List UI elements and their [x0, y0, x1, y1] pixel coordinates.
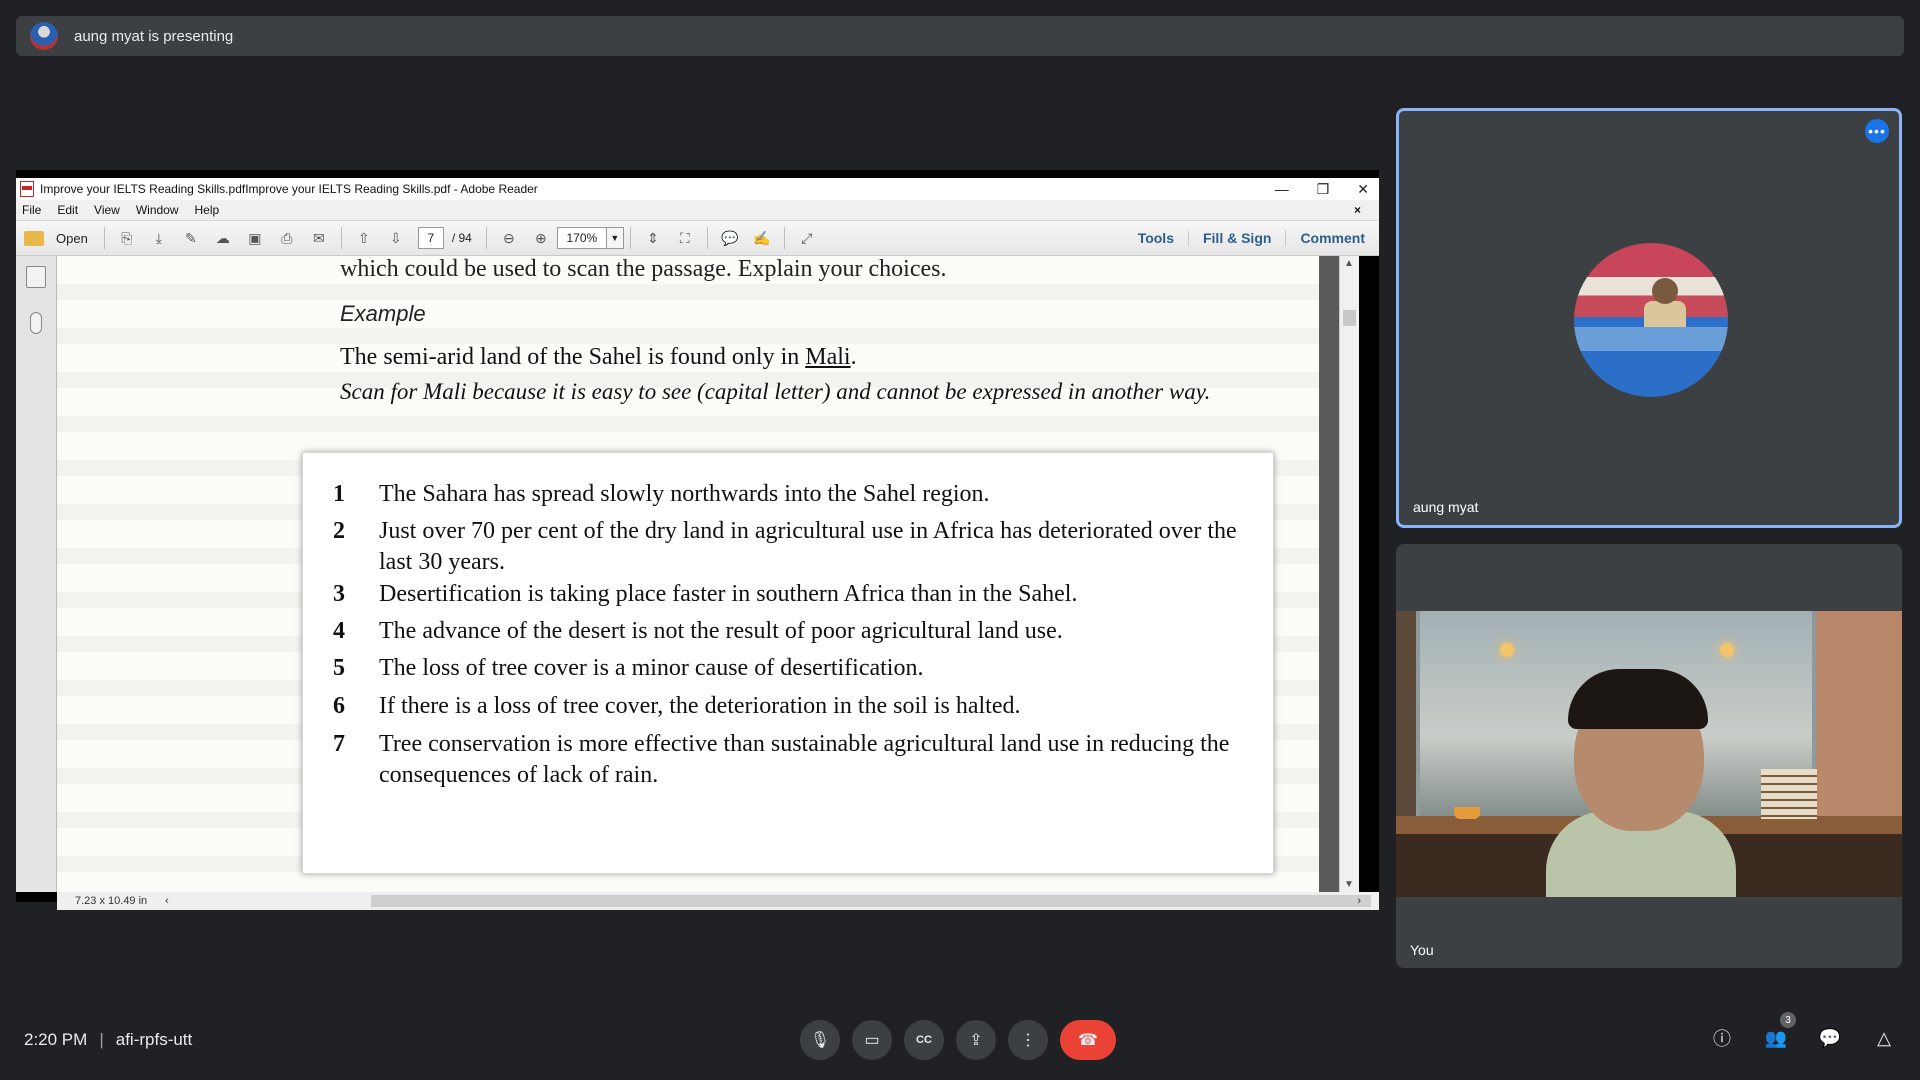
- chat-icon[interactable]: 💬: [1818, 1026, 1842, 1050]
- page-total: / 94: [451, 231, 472, 245]
- vertical-scroll-thumb[interactable]: [1343, 310, 1356, 326]
- meeting-details-icon[interactable]: ⓘ: [1710, 1026, 1734, 1050]
- more-options-icon[interactable]: •••: [1865, 119, 1889, 143]
- presenter-avatar: [30, 22, 58, 50]
- meeting-control-bar: 2:20 PM | afi-rpfs-utt 🎙 ▭ CC ⇪ ⋮ ☎ ⓘ 👥 …: [0, 1000, 1920, 1080]
- folder-icon: [24, 230, 44, 246]
- comment-icon[interactable]: 💬: [718, 226, 742, 250]
- full-screen-icon[interactable]: ⤢: [795, 226, 819, 250]
- page-number-input[interactable]: 7: [417, 227, 444, 249]
- self-name: You: [1410, 942, 1434, 958]
- highlight-icon[interactable]: ✍: [750, 226, 774, 250]
- horizontal-scrollbar[interactable]: [177, 895, 1371, 907]
- microphone-icon[interactable]: 🎙: [800, 1020, 840, 1060]
- comment-button[interactable]: Comment: [1285, 230, 1379, 246]
- meeting-code: afi-rpfs-utt: [115, 1030, 193, 1049]
- side-panel-controls: ⓘ 👥 3 💬 △: [1710, 1012, 1896, 1050]
- fit-page-icon[interactable]: ⇕: [641, 226, 665, 250]
- activities-icon[interactable]: △: [1872, 1026, 1896, 1050]
- pdf-icon: [20, 181, 34, 197]
- reader-menubar: File Edit View Window Help ×: [16, 200, 1379, 221]
- camera-icon[interactable]: ▭: [852, 1020, 892, 1060]
- people-icon[interactable]: 👥 3: [1764, 1012, 1796, 1050]
- edit-pdf-icon[interactable]: ✎: [179, 226, 203, 250]
- menu-help[interactable]: Help: [195, 203, 220, 217]
- previous-page-icon[interactable]: ⇧: [352, 226, 376, 250]
- menu-file[interactable]: File: [22, 203, 41, 217]
- presenting-banner: aung myat is presenting: [16, 16, 1904, 56]
- page-thumbnails-icon[interactable]: [26, 266, 46, 288]
- scroll-right-icon[interactable]: ›: [1357, 895, 1361, 907]
- instruction-line: which could be used to scan the passage.…: [340, 256, 947, 282]
- presenting-text: aung myat is presenting: [74, 27, 234, 45]
- people-count-badge: 3: [1780, 1012, 1796, 1028]
- zoom-input[interactable]: 170%: [556, 227, 607, 249]
- window-title: Improve your IELTS Reading Skills.pdfImp…: [40, 182, 538, 196]
- horizontal-scroll-thumb[interactable]: [371, 895, 1371, 907]
- scan-note: Scan for Mali because it is easy to see …: [340, 379, 1211, 404]
- restore-icon[interactable]: ❐: [1317, 181, 1330, 198]
- attachments-icon[interactable]: [30, 312, 42, 334]
- create-pdf-icon[interactable]: ⎘: [115, 226, 139, 250]
- cloud-upload-icon[interactable]: ☁: [211, 226, 235, 250]
- example-statement: The semi-arid land of the Sahel is found…: [340, 344, 857, 370]
- reader-statusbar: 7.23 x 10.49 in ‹ ›: [57, 892, 1379, 910]
- fill-sign-button[interactable]: Fill & Sign: [1187, 230, 1285, 246]
- participant-tile-presenter[interactable]: ••• aung myat: [1396, 108, 1902, 528]
- navigation-panel: [16, 256, 57, 892]
- export-pdf-icon[interactable]: ⤓: [147, 226, 171, 250]
- menu-edit[interactable]: Edit: [57, 203, 78, 217]
- email-icon[interactable]: ✉: [307, 226, 331, 250]
- fit-width-icon[interactable]: ⛶: [673, 226, 697, 250]
- zoom-dropdown-icon[interactable]: ▼: [606, 227, 624, 249]
- scroll-left-icon[interactable]: ‹: [165, 895, 169, 907]
- meeting-info-separator: |: [99, 1030, 104, 1049]
- open-label: Open: [56, 230, 88, 246]
- self-video: [1396, 611, 1902, 897]
- print-icon[interactable]: ⎙: [275, 226, 299, 250]
- statements-card: 1 The Sahara has spread slowly northwards…: [302, 452, 1274, 874]
- next-page-icon[interactable]: ⇩: [384, 226, 408, 250]
- save-icon[interactable]: ▣: [243, 226, 267, 250]
- vertical-scrollbar[interactable]: ▲ ▼: [1339, 256, 1359, 892]
- more-actions-icon[interactable]: ⋮: [1008, 1020, 1048, 1060]
- close-document-icon[interactable]: ×: [1354, 203, 1361, 217]
- example-heading: Example: [340, 301, 426, 326]
- close-icon[interactable]: ✕: [1357, 181, 1369, 198]
- scroll-up-icon[interactable]: ▲: [1344, 258, 1354, 269]
- zoom-out-icon[interactable]: ⊖: [497, 226, 521, 250]
- zoom-in-icon[interactable]: ⊕: [529, 226, 553, 250]
- scroll-down-icon[interactable]: ▼: [1344, 879, 1354, 890]
- menu-window[interactable]: Window: [136, 203, 179, 217]
- reader-titlebar: Improve your IELTS Reading Skills.pdfImp…: [16, 178, 1379, 200]
- end-call-icon[interactable]: ☎: [1060, 1020, 1116, 1060]
- open-button[interactable]: Open: [24, 230, 88, 246]
- presenter-photo: [1574, 243, 1728, 397]
- minimize-icon[interactable]: —: [1275, 181, 1289, 197]
- tools-button[interactable]: Tools: [1124, 230, 1188, 246]
- call-controls: 🎙 ▭ CC ⇪ ⋮ ☎: [800, 1020, 1116, 1060]
- shared-screen: Improve your IELTS Reading Skills.pdfImp…: [16, 170, 1379, 910]
- page-size: 7.23 x 10.49 in: [75, 895, 148, 907]
- document-area: which could be used to scan the passage.…: [57, 256, 1359, 892]
- pdf-page: which could be used to scan the passage.…: [57, 256, 1319, 892]
- reader-toolbar: Open ⎘ ⤓ ✎ ☁ ▣ ⎙ ✉ ⇧ ⇩ 7 / 94 ⊖ ⊕ 170% ▼…: [16, 221, 1379, 256]
- present-screen-icon[interactable]: ⇪: [956, 1020, 996, 1060]
- meeting-time: 2:20 PM: [24, 1030, 88, 1049]
- participant-tile-self[interactable]: You: [1396, 544, 1902, 968]
- captions-icon[interactable]: CC: [904, 1020, 944, 1060]
- menu-view[interactable]: View: [94, 203, 120, 217]
- presenter-name: aung myat: [1413, 499, 1479, 515]
- meeting-info: 2:20 PM | afi-rpfs-utt: [24, 1030, 192, 1050]
